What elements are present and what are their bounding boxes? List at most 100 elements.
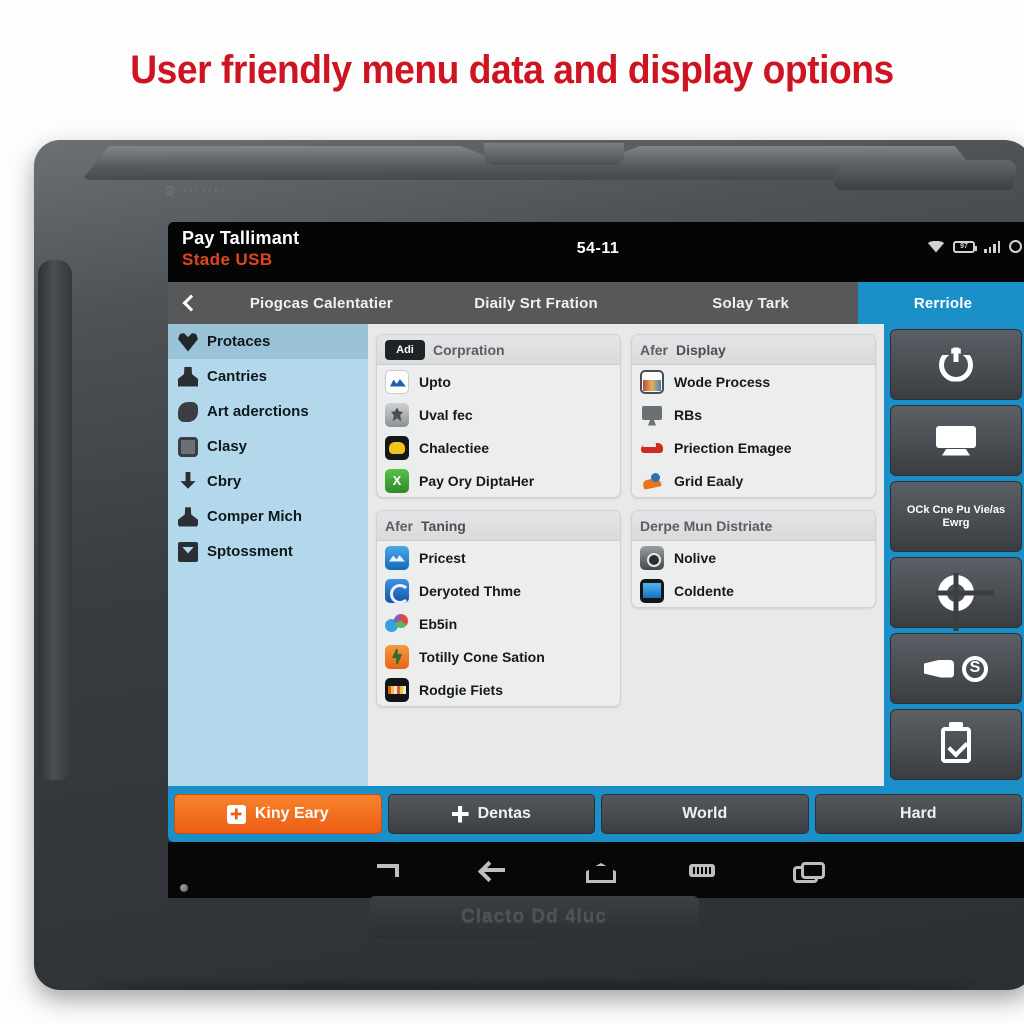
dentas-button[interactable]: Dentas — [387, 794, 595, 834]
battery-icon: 97 — [953, 240, 977, 253]
android-nav-bar — [168, 842, 1024, 898]
text-action-button[interactable]: OCk Cne Pu Vie/as Ewrg — [890, 481, 1022, 552]
list-item-label: Grid Eaaly — [674, 472, 744, 489]
leaf-icon — [178, 401, 198, 422]
power-button[interactable] — [890, 329, 1022, 400]
list-item-label: Deryoted Thme — [419, 582, 521, 599]
plus-box-icon — [226, 804, 246, 824]
hard-button[interactable]: Hard — [814, 794, 1022, 834]
list-item-label: Eb5in — [419, 615, 458, 632]
page-title: User friendly menu data and display opti… — [130, 48, 894, 92]
screenshot-root: User friendly menu data and display opti… — [0, 0, 1024, 1024]
person-icon — [178, 507, 198, 527]
bubbles-multi-icon — [385, 612, 409, 636]
refresh-blue-icon — [385, 578, 410, 604]
clipboard-check-icon — [941, 726, 971, 763]
list-item[interactable]: Deryoted Thme — [377, 574, 620, 607]
screen-icon — [936, 425, 976, 456]
inbox-icon — [178, 541, 198, 562]
diagnostic-tablet-device: ⊙ ······· Pay Tallimant Stade USB 54-11 … — [34, 140, 1024, 990]
world-button[interactable]: World — [601, 794, 809, 834]
torch-button[interactable]: S — [890, 633, 1022, 704]
back-icon[interactable] — [481, 860, 507, 880]
keyboard-icon[interactable] — [689, 860, 715, 880]
signal-icon — [984, 240, 1000, 253]
panel-title: Derpe Mun Distriate — [640, 517, 773, 534]
report-button[interactable] — [890, 709, 1022, 780]
sidebar-item-label: Clasy — [207, 438, 248, 455]
list-item-label: Uval fec — [419, 406, 473, 423]
car-icon — [640, 436, 664, 460]
snowflake-grey-icon — [385, 402, 409, 427]
sidebar-item-comper-mich[interactable]: Comper Mich — [168, 499, 368, 534]
panel-header: Adi Corpration — [377, 335, 620, 365]
list-item[interactable]: Totilly Cone Sation — [377, 640, 620, 673]
list-item-label: Nolive — [674, 549, 717, 566]
list-item[interactable]: Uval fec — [377, 398, 620, 431]
content-column-right: Afer Display Wode Process RBs Priection … — [631, 334, 876, 778]
button-label: Hard — [900, 805, 937, 822]
list-item[interactable]: Coldente — [632, 574, 875, 607]
tab-solay-tark[interactable]: Solay Tark — [643, 282, 858, 324]
device-foot-shadow — [94, 982, 974, 990]
bezel-top-tab — [484, 143, 624, 165]
kiny-eary-button[interactable]: Kiny Eary — [174, 794, 382, 834]
panel-subtitle: Taning — [421, 517, 466, 534]
list-item[interactable]: Chalectiee — [377, 431, 620, 464]
sidebar-item-art-aderctions[interactable]: Art aderctions — [168, 394, 368, 429]
camera-icon — [640, 545, 664, 570]
torch-icon — [924, 659, 954, 678]
list-item[interactable]: Upto — [377, 365, 620, 398]
list-item[interactable]: Wode Process — [632, 365, 875, 398]
help-button[interactable] — [890, 557, 1022, 628]
status-bar: Pay Tallimant Stade USB 54-11 97 — [168, 222, 1024, 282]
panel-header: Afer Display — [632, 335, 875, 365]
rubber-grip-left — [38, 260, 72, 780]
sidebar-item-protaces[interactable]: Protaces — [168, 324, 368, 359]
home-icon[interactable] — [585, 860, 611, 880]
wifi-icon — [928, 240, 944, 253]
panel-afer-taning: Afer Taning Pricest Deryoted Thme Eb5in … — [376, 510, 621, 707]
download-icon — [180, 471, 196, 489]
user-icon — [178, 366, 198, 387]
list-item[interactable]: Pricest — [377, 541, 620, 574]
list-item[interactable]: Eb5in — [377, 607, 620, 640]
bottom-button-bar: Kiny Eary Dentas World Hard — [168, 786, 1024, 842]
tab-piogcas-calentatier[interactable]: Piogcas Calentatier — [214, 282, 429, 324]
sidebar-item-sptossment[interactable]: Sptossment — [168, 534, 368, 569]
list-item[interactable]: Rodgie Fiets — [377, 673, 620, 706]
plus-icon — [451, 805, 469, 823]
recents-icon[interactable] — [793, 860, 825, 883]
list-item-label: Coldente — [674, 582, 734, 599]
sidebar-item-cantries[interactable]: Cantries — [168, 359, 368, 394]
list-item[interactable]: RBs — [632, 398, 875, 431]
status-led — [180, 884, 188, 892]
tree-orange-icon — [385, 644, 409, 669]
list-item[interactable]: Grid Eaaly — [632, 464, 875, 497]
list-item[interactable]: Pay Ory DiptaHer — [377, 464, 620, 497]
bluescreen-icon — [640, 578, 664, 603]
tablet-screen: Pay Tallimant Stade USB 54-11 97 Piogcas… — [168, 222, 1024, 842]
tab-diaily-srt-fration[interactable]: Diaily Srt Fration — [429, 282, 644, 324]
power-icon — [939, 347, 973, 382]
list-item[interactable]: Nolive — [632, 541, 875, 574]
panel-title: Afer — [640, 341, 669, 358]
back-button[interactable] — [168, 282, 214, 324]
display-button[interactable] — [890, 405, 1022, 476]
chart-white-icon — [385, 369, 409, 394]
return-icon[interactable] — [377, 860, 403, 880]
sidebar-item-label: Cbry — [207, 473, 242, 490]
button-label: World — [682, 805, 728, 822]
panel-afer-display: Afer Display Wode Process RBs Priection … — [631, 334, 876, 498]
sidebar-item-clasy[interactable]: Clasy — [168, 429, 368, 464]
sidebar-item-cbry[interactable]: Cbry — [168, 464, 368, 499]
tab-rerriole[interactable]: Rerriole — [858, 282, 1024, 324]
heart-icon — [178, 333, 198, 352]
film-black-icon — [385, 677, 409, 702]
status-clock: 54-11 — [576, 240, 620, 257]
list-item-label: Chalectiee — [419, 439, 490, 456]
screen-body: Protaces Cantries Art aderctions Clasy C… — [168, 324, 1024, 786]
cloud-dark-icon — [385, 435, 409, 460]
sidebar-item-label: Sptossment — [207, 543, 293, 560]
list-item[interactable]: Priection Emagee — [632, 431, 875, 464]
